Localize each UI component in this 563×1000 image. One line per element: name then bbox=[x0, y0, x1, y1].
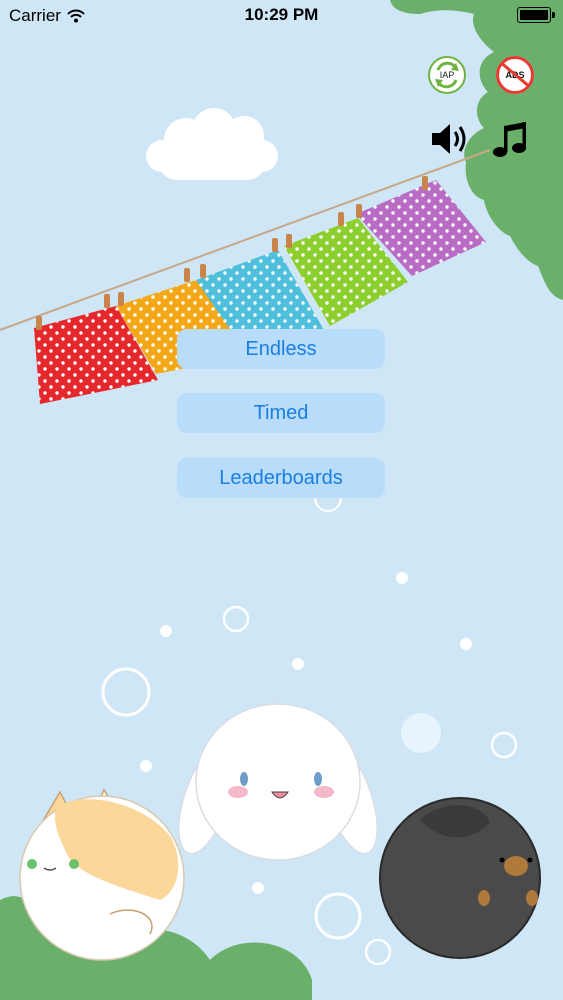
dog-character bbox=[379, 797, 541, 959]
battery-icon bbox=[517, 7, 555, 23]
remove-ads-button[interactable]: ADS bbox=[496, 56, 534, 94]
clock: 10:29 PM bbox=[244, 5, 319, 24]
status-bar: Carrier 10:29 PM bbox=[0, 0, 563, 30]
refresh-arrows-icon bbox=[435, 61, 459, 89]
leaderboards-button[interactable]: Leaderboards bbox=[177, 458, 385, 498]
background-scene bbox=[0, 0, 563, 1000]
sound-toggle-button[interactable] bbox=[430, 120, 470, 163]
endless-button[interactable]: Endless bbox=[177, 329, 385, 369]
music-toggle-button[interactable] bbox=[490, 120, 530, 165]
timed-button[interactable]: Timed bbox=[177, 393, 385, 433]
iap-button[interactable]: IAP bbox=[428, 56, 466, 94]
music-note-icon bbox=[493, 122, 526, 157]
speaker-icon bbox=[432, 124, 466, 154]
